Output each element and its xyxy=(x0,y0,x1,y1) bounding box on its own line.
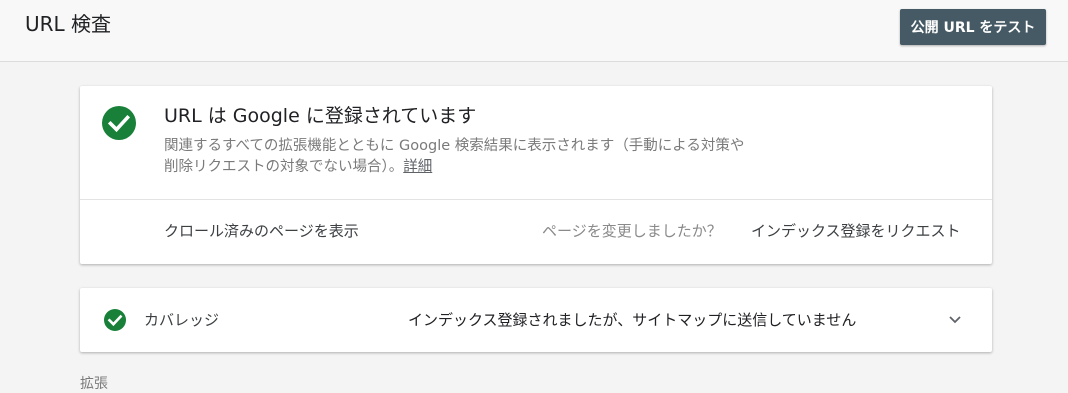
coverage-label: カバレッジ xyxy=(144,311,220,329)
view-crawled-page-link[interactable]: クロール済みのページを表示 xyxy=(164,221,359,241)
status-actions: クロール済みのページを表示 ページを変更しましたか？ インデックス登録をリクエス… xyxy=(80,200,992,264)
chevron-down-icon[interactable] xyxy=(944,311,966,329)
coverage-value: インデックス登録されましたが、サイトマップに送信していません xyxy=(408,311,857,329)
page-changed-question: ページを変更しましたか？ xyxy=(542,222,722,240)
status-title: URL は Google に登録されています xyxy=(164,105,477,127)
status-description: 関連するすべての拡張機能とともに Google 検索結果に表示されます（手動によ… xyxy=(164,136,754,178)
page-header: URL 検査 公開 URL をテスト xyxy=(0,0,1068,62)
status-description-text: 関連するすべての拡張機能とともに Google 検索結果に表示されます（手動によ… xyxy=(164,138,745,175)
coverage-row[interactable]: カバレッジ インデックス登録されましたが、サイトマップに送信していません xyxy=(80,288,992,352)
index-status-card: URL は Google に登録されています 関連するすべての拡張機能とともに … xyxy=(80,86,992,264)
page-title: URL 検査 xyxy=(25,12,112,36)
status-summary: URL は Google に登録されています 関連するすべての拡張機能とともに … xyxy=(80,86,992,199)
test-live-url-button[interactable]: 公開 URL をテスト xyxy=(900,9,1046,45)
check-circle-icon xyxy=(102,106,136,140)
enhancements-section-label: 拡張 xyxy=(80,376,108,392)
check-circle-icon xyxy=(104,309,126,331)
details-link[interactable]: 詳細 xyxy=(403,159,432,175)
request-indexing-link[interactable]: インデックス登録をリクエスト xyxy=(751,221,961,241)
